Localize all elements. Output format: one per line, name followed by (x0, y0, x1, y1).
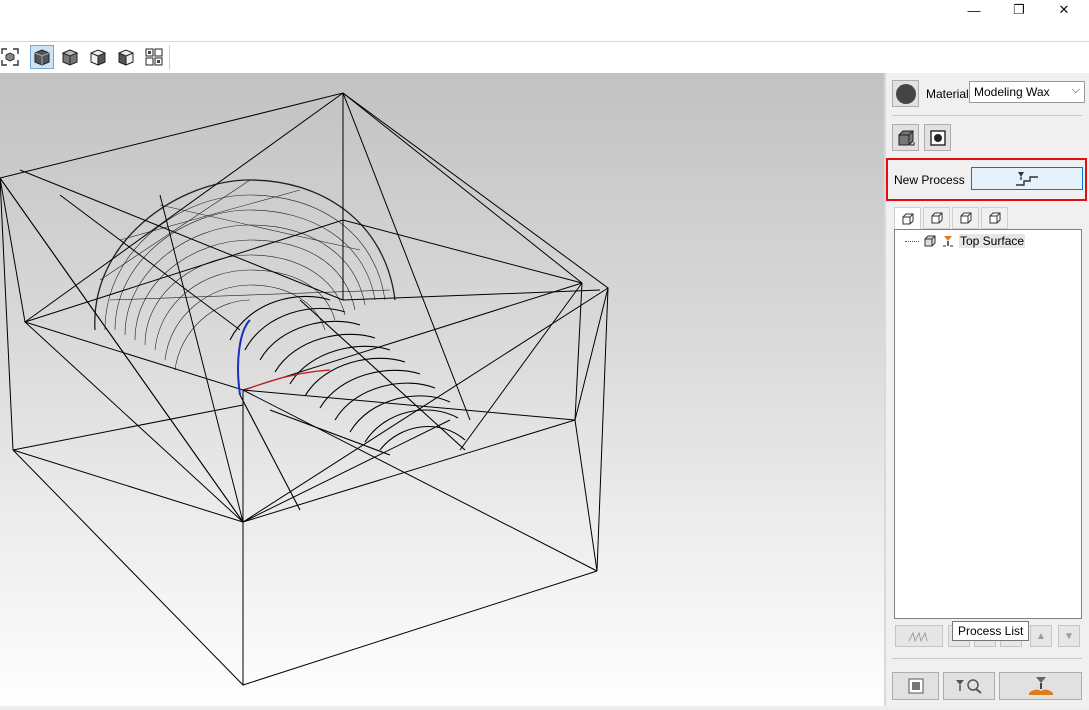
3d-viewport[interactable] (0, 73, 884, 710)
stop-icon (908, 678, 923, 694)
new-process-button[interactable] (971, 167, 1083, 190)
preview-path-button[interactable] (895, 625, 943, 647)
new-process-icon (1016, 171, 1038, 186)
side-view-button[interactable] (86, 45, 110, 69)
material-select[interactable]: Modeling Wax ⌵ (969, 81, 1085, 103)
side-view-icon (90, 49, 106, 66)
cutting-start-icon (1028, 677, 1053, 695)
tab-process-3[interactable] (952, 207, 979, 229)
stock-setup-button[interactable] (892, 124, 919, 151)
view-toolbar (0, 41, 1089, 74)
toolbar-separator (169, 45, 170, 70)
origin-icon (929, 129, 946, 146)
process-tree[interactable]: Top Surface (894, 229, 1082, 619)
move-down-button[interactable]: ▼ (1058, 625, 1080, 647)
process-tab-icon (931, 212, 942, 224)
stock-box-icon (898, 130, 914, 145)
process-tab-icon (989, 212, 1000, 224)
front-view-icon (61, 49, 79, 66)
tree-item[interactable]: Top Surface (905, 234, 1026, 248)
tool-compass-icon (895, 83, 916, 104)
simulate-search-icon (956, 679, 982, 694)
surfacing-tool-icon (943, 236, 953, 247)
minimize-icon: — (967, 2, 981, 18)
new-process-label: New Process (894, 173, 965, 187)
tab-process-4[interactable] (981, 207, 1008, 229)
top-view-icon (118, 49, 134, 66)
stop-button[interactable] (892, 672, 939, 700)
iso-view-icon (34, 49, 50, 66)
tool-settings-button[interactable] (892, 80, 919, 107)
tree-item-label: Top Surface (959, 234, 1026, 248)
toolpath-icon (908, 631, 928, 642)
top-view-button[interactable] (114, 45, 138, 69)
tab-process-1[interactable] (894, 207, 921, 229)
triangle-up-icon: ▲ (1036, 630, 1046, 642)
tab-process-2[interactable] (923, 207, 950, 229)
process-panel: Material Modeling Wax ⌵ New Process Top … (886, 73, 1089, 710)
title-bar: — ❐ ✕ (0, 0, 1089, 40)
close-button[interactable]: ✕ (1041, 0, 1087, 20)
fit-view-button[interactable] (0, 45, 22, 69)
start-cutting-button[interactable] (999, 672, 1082, 700)
front-view-button[interactable] (58, 45, 82, 69)
chevron-down-icon: ⌵ (1071, 84, 1080, 96)
stock-box-icon (924, 235, 936, 247)
wireframe-model (0, 92, 609, 686)
minimize-button[interactable]: — (951, 0, 997, 20)
restore-button[interactable]: ❐ (996, 0, 1042, 20)
divider (892, 658, 1082, 659)
multi-view-icon (145, 48, 163, 66)
simulate-button[interactable] (943, 672, 995, 700)
multi-view-button[interactable] (142, 45, 166, 69)
origin-setup-button[interactable] (924, 124, 951, 151)
divider (892, 115, 1082, 116)
fit-view-icon (1, 48, 19, 66)
process-tab-icon (902, 213, 913, 224)
move-up-button[interactable]: ▲ (1030, 625, 1052, 647)
close-icon: ✕ (1058, 2, 1070, 17)
restore-icon: ❐ (1013, 2, 1025, 17)
process-tab-icon (960, 212, 971, 224)
tree-connector-icon (905, 240, 919, 242)
tooltip-process-list: Process List (952, 621, 1030, 641)
iso-view-button[interactable] (30, 45, 54, 69)
material-value: Modeling Wax (974, 85, 1050, 99)
triangle-down-icon: ▼ (1064, 630, 1074, 642)
material-label: Material (926, 87, 969, 101)
status-bar (0, 706, 1089, 710)
